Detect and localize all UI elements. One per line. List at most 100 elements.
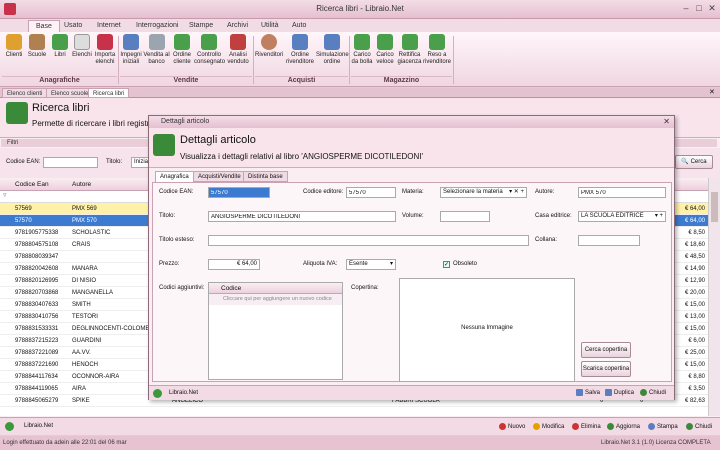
tab-anagrafica[interactable]: Anagrafica [155,171,194,182]
tab-base[interactable]: Base [28,20,60,32]
title-mode-select[interactable]: Inizia [131,157,149,168]
modifica-button[interactable]: Modifica [533,422,564,432]
cell-ean: 9781905775338 [15,230,59,236]
salva-label: Salva [585,390,601,396]
codici-new-row[interactable]: Cliccare qui per aggiungere un nuovo cod… [209,294,342,305]
tab-archivi[interactable]: Archivi [220,20,255,32]
casa-editrice-label: Casa editrice: [535,213,572,219]
cell-ean: 9788820126995 [15,278,59,284]
modifica-label: Modifica [542,424,565,430]
obsoleto-checkbox[interactable]: ✓ [443,261,450,268]
salva-button[interactable]: Salva [576,388,600,398]
simulazione-label: Simulazione ordine [316,52,349,65]
cell-price: € 15,00 [684,302,705,308]
duplica-button[interactable]: Duplica [605,388,634,398]
materia-select[interactable]: Selezionare la materia ▾ ✕ + [440,187,527,198]
tab-interrogazioni[interactable]: Interrogazioni [129,20,185,32]
cell-autore: CRAIS [72,242,91,248]
dialog-close-icon[interactable]: ✕ [663,116,670,128]
editor-code-input[interactable] [346,187,396,198]
dialog-footer-app: Libraio.Net [169,390,199,396]
close-doc-icon[interactable]: ✕ [709,88,715,96]
cell-price: € 3,50 [688,386,705,392]
iva-label: Aliquota IVA: [303,261,338,267]
col-codice-ean[interactable]: Codice Ean [15,178,49,191]
rivenditori-label: Rivenditori [255,52,284,58]
vendita-banco-button[interactable]: Vendita al banco [143,34,170,74]
carico-veloce-button[interactable]: Carico veloce [374,34,396,74]
cell-price: € 12,90 [684,278,705,284]
elenchi-button[interactable]: Elenchi [71,34,93,74]
ordine-cliente-button[interactable]: Ordine cliente [171,34,193,74]
app-status-icon [5,422,14,431]
rettifica-icon [401,34,418,50]
search-button[interactable]: 🔍 Cerca [675,155,713,169]
libri-label: Libri [54,52,66,58]
col-autore[interactable]: Autore [72,178,91,191]
scarica-copertina-button[interactable]: Scarica copertina [581,361,631,377]
doctab-ricerca-libri[interactable]: Ricerca libri [88,88,130,98]
volume-input[interactable] [440,211,490,222]
dialog-header: Dettagli articolo Visualizza i dettagli … [149,128,674,168]
casa-actions-icon[interactable]: ▾ + [655,212,663,221]
tab-stampe[interactable]: Stampe [182,20,220,32]
prezzo-label: Prezzo: [159,261,180,267]
filter-row-icon: ▿ [3,192,7,199]
minimize-icon[interactable]: – [680,3,692,14]
scuole-label: Scuole [27,52,47,58]
simulazione-ordine-button[interactable]: Simulazione ordine [316,34,349,74]
libri-button[interactable]: Libri [50,34,70,74]
search-icon: 🔍 [681,159,689,165]
titolo-esteso-label: Titolo esteso: [159,237,195,243]
tab-usato[interactable]: Usato [57,20,89,32]
tab-auto[interactable]: Auto [285,20,313,32]
prezzo-input[interactable]: € 64,00 [208,259,260,270]
rivenditori-button[interactable]: Rivenditori [255,34,283,74]
cell-ean: 9788837221089 [15,350,59,356]
close-icon[interactable]: ✕ [706,3,718,14]
cell-price: € 6,00 [688,338,705,344]
close-green-icon [640,388,647,396]
carico-bolla-button[interactable]: Carico da bolla [351,34,373,74]
elimina-label: Elimina [581,424,601,430]
cerca-copertina-button[interactable]: Cerca copertina [581,342,631,358]
ean-filter-input[interactable] [43,157,98,168]
nuovo-button[interactable]: Nuovo [499,422,525,432]
doctab-elenco-scuole[interactable]: Elenco scuole [46,88,94,98]
tab-distinta-base[interactable]: Distinta base [243,171,288,182]
iva-select[interactable]: Esente ▾ [346,259,396,270]
scrollbar-thumb[interactable] [711,192,718,222]
maximize-icon[interactable]: □ [693,3,705,14]
titolo-esteso-input[interactable] [208,235,529,246]
ean-input[interactable] [208,187,270,198]
controllo-consegnato-button[interactable]: Controllo consegnato [194,34,225,74]
tab-acquisti-vendite[interactable]: Acquisti/Vendite [193,171,246,182]
dialog-chiudi-button[interactable]: Chiudi [640,388,666,398]
stampa-button[interactable]: Stampa [648,422,678,432]
cell-autore: OCONNOR-AIRA [72,374,120,380]
tab-utilita[interactable]: Utilità [254,20,286,32]
materia-actions-icon[interactable]: ▾ ✕ + [509,188,524,197]
analisi-venduto-button[interactable]: Analisi venduto [226,34,250,74]
ordine-rivenditore-button[interactable]: Ordine rivenditore [285,34,315,74]
autore-input[interactable] [578,187,666,198]
scuole-button[interactable]: Scuole [26,34,48,74]
grid-scrollbar[interactable] [708,178,720,416]
tab-internet[interactable]: Internet [90,20,128,32]
footer-app-label: Libraio.Net [24,423,54,429]
importa-elenchi-button[interactable]: Importa elenchi [94,34,116,74]
reso-rivenditore-button[interactable]: Reso a rivenditore [423,34,451,74]
doctab-elenco-clienti[interactable]: Elenco clienti [2,88,48,98]
carico-veloce-icon [377,34,393,50]
clienti-button[interactable]: Clienti [3,34,25,74]
titolo-input[interactable] [208,211,396,222]
cell-ean: 9788820703868 [15,290,59,296]
aggiorna-button[interactable]: Aggiorna [607,422,640,432]
casa-editrice-select[interactable]: LA SCUOLA EDITRICE ▾ + [578,211,666,222]
elimina-button[interactable]: Elimina [572,422,601,432]
cell-price: € 14,90 [684,266,705,272]
rettifica-giacenza-button[interactable]: Rettifica giacenza [397,34,422,74]
chiudi-button[interactable]: Chiudi [686,422,712,432]
impegni-iniziali-button[interactable]: Impegni iniziali [120,34,142,74]
collana-input[interactable] [578,235,640,246]
